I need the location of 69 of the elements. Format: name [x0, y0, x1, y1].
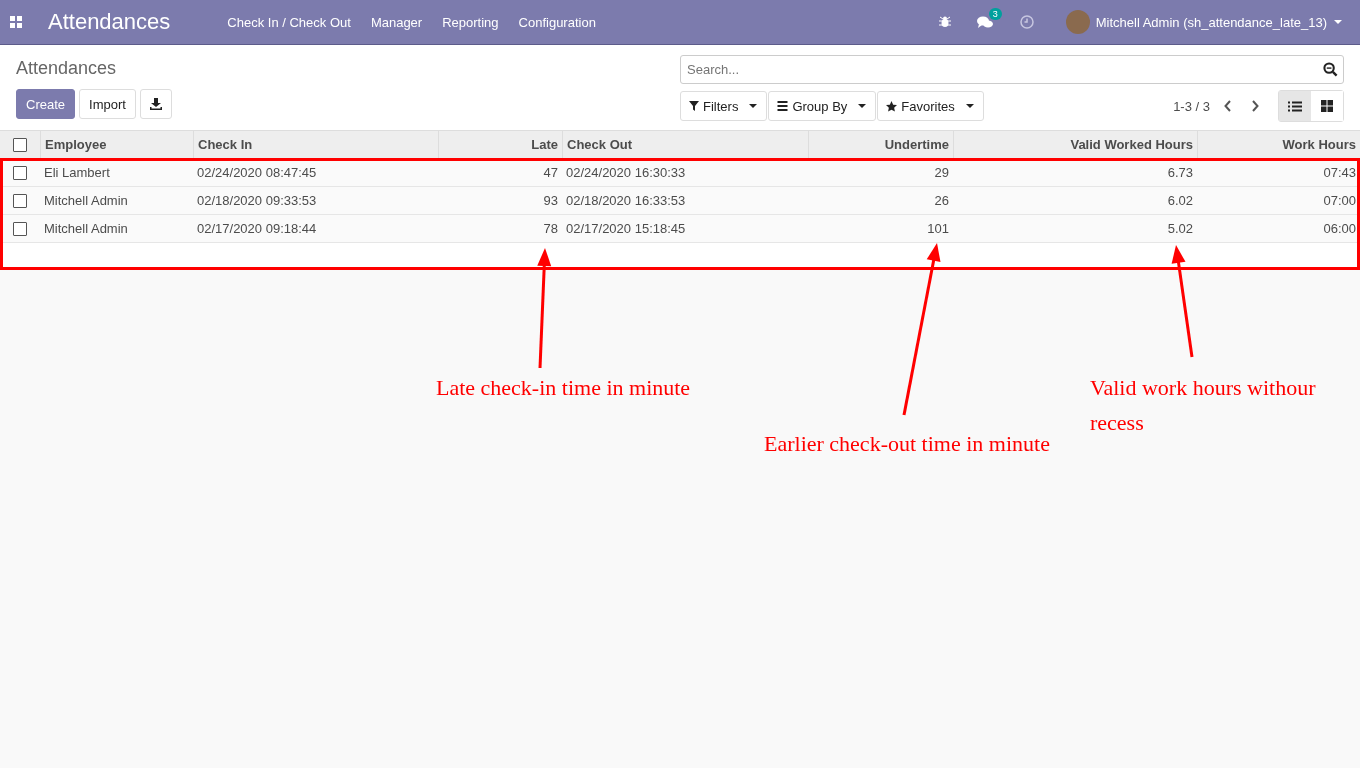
column-header[interactable]: Undertime [808, 131, 953, 158]
caret-icon [965, 104, 974, 108]
table-cell-text: Mitchell Admin [43, 220, 129, 238]
table-cell-text: 93 [542, 192, 559, 210]
filter-dropdown-button[interactable]: Group By [768, 91, 877, 121]
import-button[interactable]: Import [79, 89, 136, 119]
user-menu[interactable]: Mitchell Admin (sh_attendance_late_13) [1095, 14, 1327, 30]
table-cell-text: 02/18/2020 16:33:53 [565, 192, 687, 210]
table-cell-text: 5.02 [1166, 220, 1194, 238]
star-icon [886, 100, 898, 112]
chat-icon[interactable] [976, 15, 993, 29]
caret-icon [749, 104, 758, 108]
filter-dropdown-button[interactable]: Filters [680, 91, 768, 121]
annotation-text: Valid work hours withour recess [1090, 374, 1317, 437]
user-avatar [1065, 10, 1090, 34]
menu-item[interactable]: Manager [370, 14, 423, 30]
next-page-icon[interactable] [1251, 100, 1259, 112]
apps-menu-icon[interactable] [10, 16, 22, 28]
caret-icon [1334, 20, 1342, 24]
column-header[interactable]: Employee [40, 131, 193, 158]
table-cell-text: 29 [933, 164, 950, 182]
filter-icon [689, 101, 699, 111]
row-checkbox[interactable] [13, 221, 27, 236]
column-header[interactable]: Valid Worked Hours [953, 131, 1197, 158]
bug-icon[interactable] [938, 16, 951, 28]
column-header[interactable]: Late [438, 131, 562, 158]
download-icon [149, 98, 162, 110]
grid-icon [1321, 100, 1333, 112]
column-header[interactable]: Check In [193, 131, 438, 158]
menu-item[interactable]: Check In / Check Out [227, 14, 351, 30]
search-field[interactable]: Search... [680, 55, 1344, 84]
table-cell-text: 101 [926, 220, 950, 238]
pager-count: 1-3 / 3 [1173, 98, 1210, 114]
table-cell-text: 02/18/2020 09:33:53 [196, 192, 318, 210]
breadcrumb: Attendances [16, 58, 118, 79]
table-cell-text: 06:00 [1322, 220, 1357, 238]
column-header[interactable]: Check Out [562, 131, 808, 158]
table-cell-text: 47 [542, 164, 559, 182]
table-cell-text: 02/24/2020 16:30:33 [565, 164, 687, 182]
lines-icon [777, 101, 789, 111]
table-cell-text: 26 [933, 192, 950, 210]
table-cell-text: 02/17/2020 09:18:44 [196, 220, 318, 238]
message-count-badge: 3 [988, 7, 1002, 20]
table-cell-text: Eli Lambert [43, 164, 111, 182]
list-icon [1288, 100, 1302, 112]
table-cell-text: 07:43 [1322, 164, 1357, 182]
create-button[interactable]: Create [16, 89, 76, 119]
table-cell-text: 6.02 [1166, 192, 1194, 210]
list-view-button[interactable] [1279, 91, 1311, 121]
search-icon[interactable] [1323, 62, 1338, 77]
menu-item[interactable]: Reporting [442, 14, 499, 30]
table-cell-text: 78 [542, 220, 559, 238]
previous-page-icon[interactable] [1224, 100, 1232, 112]
menu-item[interactable]: Configuration [518, 14, 596, 30]
filter-dropdown-button[interactable]: Favorites [877, 91, 984, 121]
app-title: Attendances [48, 9, 171, 35]
row-checkbox[interactable] [13, 165, 27, 180]
annotation-text: Earlier check-out time in minute [764, 430, 1051, 458]
table-cell-text: 02/17/2020 15:18:45 [565, 220, 687, 238]
download-button[interactable] [139, 89, 172, 119]
annotation-text: Late check-in time in minute [436, 374, 692, 402]
column-header[interactable]: Work Hours [1197, 131, 1360, 158]
row-checkbox[interactable] [13, 193, 27, 208]
table-cell-text: 02/24/2020 08:47:45 [196, 164, 318, 182]
table-cell-text: 07:00 [1322, 192, 1357, 210]
caret-icon [858, 104, 867, 108]
select-all-checkbox[interactable] [13, 137, 27, 152]
table-cell-text: 6.73 [1166, 164, 1194, 182]
table-cell-text: Mitchell Admin [43, 192, 129, 210]
